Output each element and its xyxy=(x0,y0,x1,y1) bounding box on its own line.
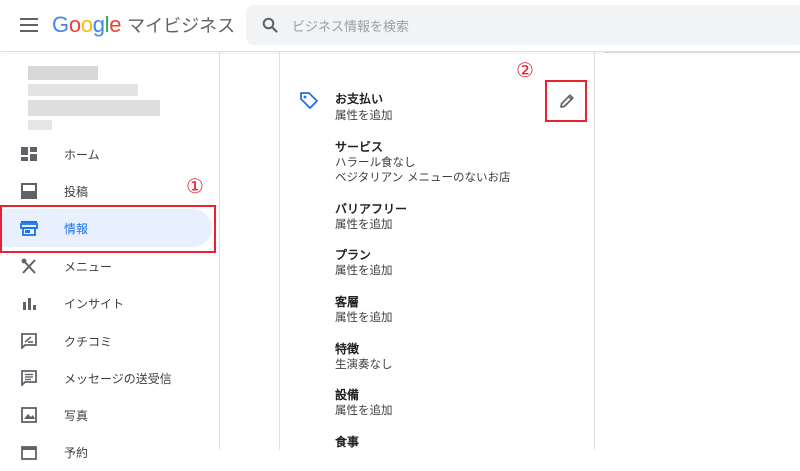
sidebar-item-photos[interactable]: 写真 xyxy=(0,396,212,434)
attribute-title-service: サービス xyxy=(335,140,384,154)
add-attribute-link[interactable]: 属性を追加 xyxy=(335,402,393,418)
attribute-value: ベジタリアン メニューのないお店 xyxy=(335,170,511,184)
sidebar-item-label: インサイト xyxy=(64,297,125,311)
search-icon xyxy=(262,17,278,33)
sidebar-item-label: 投稿 xyxy=(64,185,89,199)
utensils-icon xyxy=(21,258,36,274)
top-app-bar: Google マイビジネス ビジネス情報を検索 xyxy=(0,0,800,52)
attribute-title-highlights: 特徴 xyxy=(335,342,360,356)
product-name: マイビジネス xyxy=(127,16,236,37)
hamburger-menu-icon[interactable] xyxy=(20,18,38,32)
add-attribute-link[interactable]: 属性を追加 xyxy=(335,309,393,325)
search-bar[interactable]: ビジネス情報を検索 xyxy=(246,5,800,45)
sidebar-divider xyxy=(219,52,220,450)
attribute-title-crowd: 客層 xyxy=(335,295,360,309)
brand-logo[interactable]: Google マイビジネス xyxy=(52,12,235,40)
sidebar-item-label: 写真 xyxy=(64,409,89,423)
message-icon xyxy=(21,370,37,386)
add-attribute-link[interactable]: 属性を追加 xyxy=(335,262,393,278)
sidebar-item-home[interactable]: ホーム xyxy=(0,135,212,173)
sidebar-item-label: メッセージの送受信 xyxy=(64,372,172,386)
content-card-left-border xyxy=(279,52,280,450)
sidebar-item-insights[interactable]: インサイト xyxy=(0,284,212,322)
sidebar-item-bookings[interactable]: 予約 xyxy=(0,433,212,471)
tag-icon xyxy=(300,92,318,109)
search-input[interactable]: ビジネス情報を検索 xyxy=(292,16,409,35)
attribute-title-accessibility: バリアフリー xyxy=(335,202,408,216)
photo-icon xyxy=(21,407,37,423)
sidebar-item-messages[interactable]: メッセージの送受信 xyxy=(0,359,212,397)
dashboard-icon xyxy=(21,147,37,161)
add-attribute-link[interactable]: 属性を追加 xyxy=(335,216,393,232)
bar-chart-icon xyxy=(23,298,36,310)
calendar-icon xyxy=(21,446,37,460)
review-icon xyxy=(21,333,37,349)
sidebar-item-label: クチコミ xyxy=(64,335,113,349)
attribute-title-payments: お支払い xyxy=(335,92,384,106)
annotation-number-1: ① xyxy=(186,174,204,198)
attribute-title-amenities: 設備 xyxy=(335,388,360,402)
annotation-box-info xyxy=(0,205,216,253)
annotation-box-edit xyxy=(545,80,587,122)
right-panel-divider xyxy=(604,52,800,53)
content-card-right-border xyxy=(594,52,595,450)
post-icon xyxy=(21,183,37,199)
business-name-redacted xyxy=(28,66,168,132)
sidebar-item-label: ホーム xyxy=(64,148,100,162)
add-attribute-link[interactable]: 属性を追加 xyxy=(335,107,393,123)
attribute-value: 生演奏なし xyxy=(335,357,393,371)
sidebar-item-label: メニュー xyxy=(64,260,113,274)
google-logo: Google xyxy=(52,12,122,37)
annotation-number-2: ② xyxy=(516,58,534,82)
attribute-title-dining: 食事 xyxy=(335,435,360,449)
attribute-title-plans: プラン xyxy=(335,248,372,262)
sidebar-item-label: 予約 xyxy=(64,446,89,460)
attribute-value: ハラール食なし xyxy=(335,155,416,169)
sidebar-item-reviews[interactable]: クチコミ xyxy=(0,322,212,360)
